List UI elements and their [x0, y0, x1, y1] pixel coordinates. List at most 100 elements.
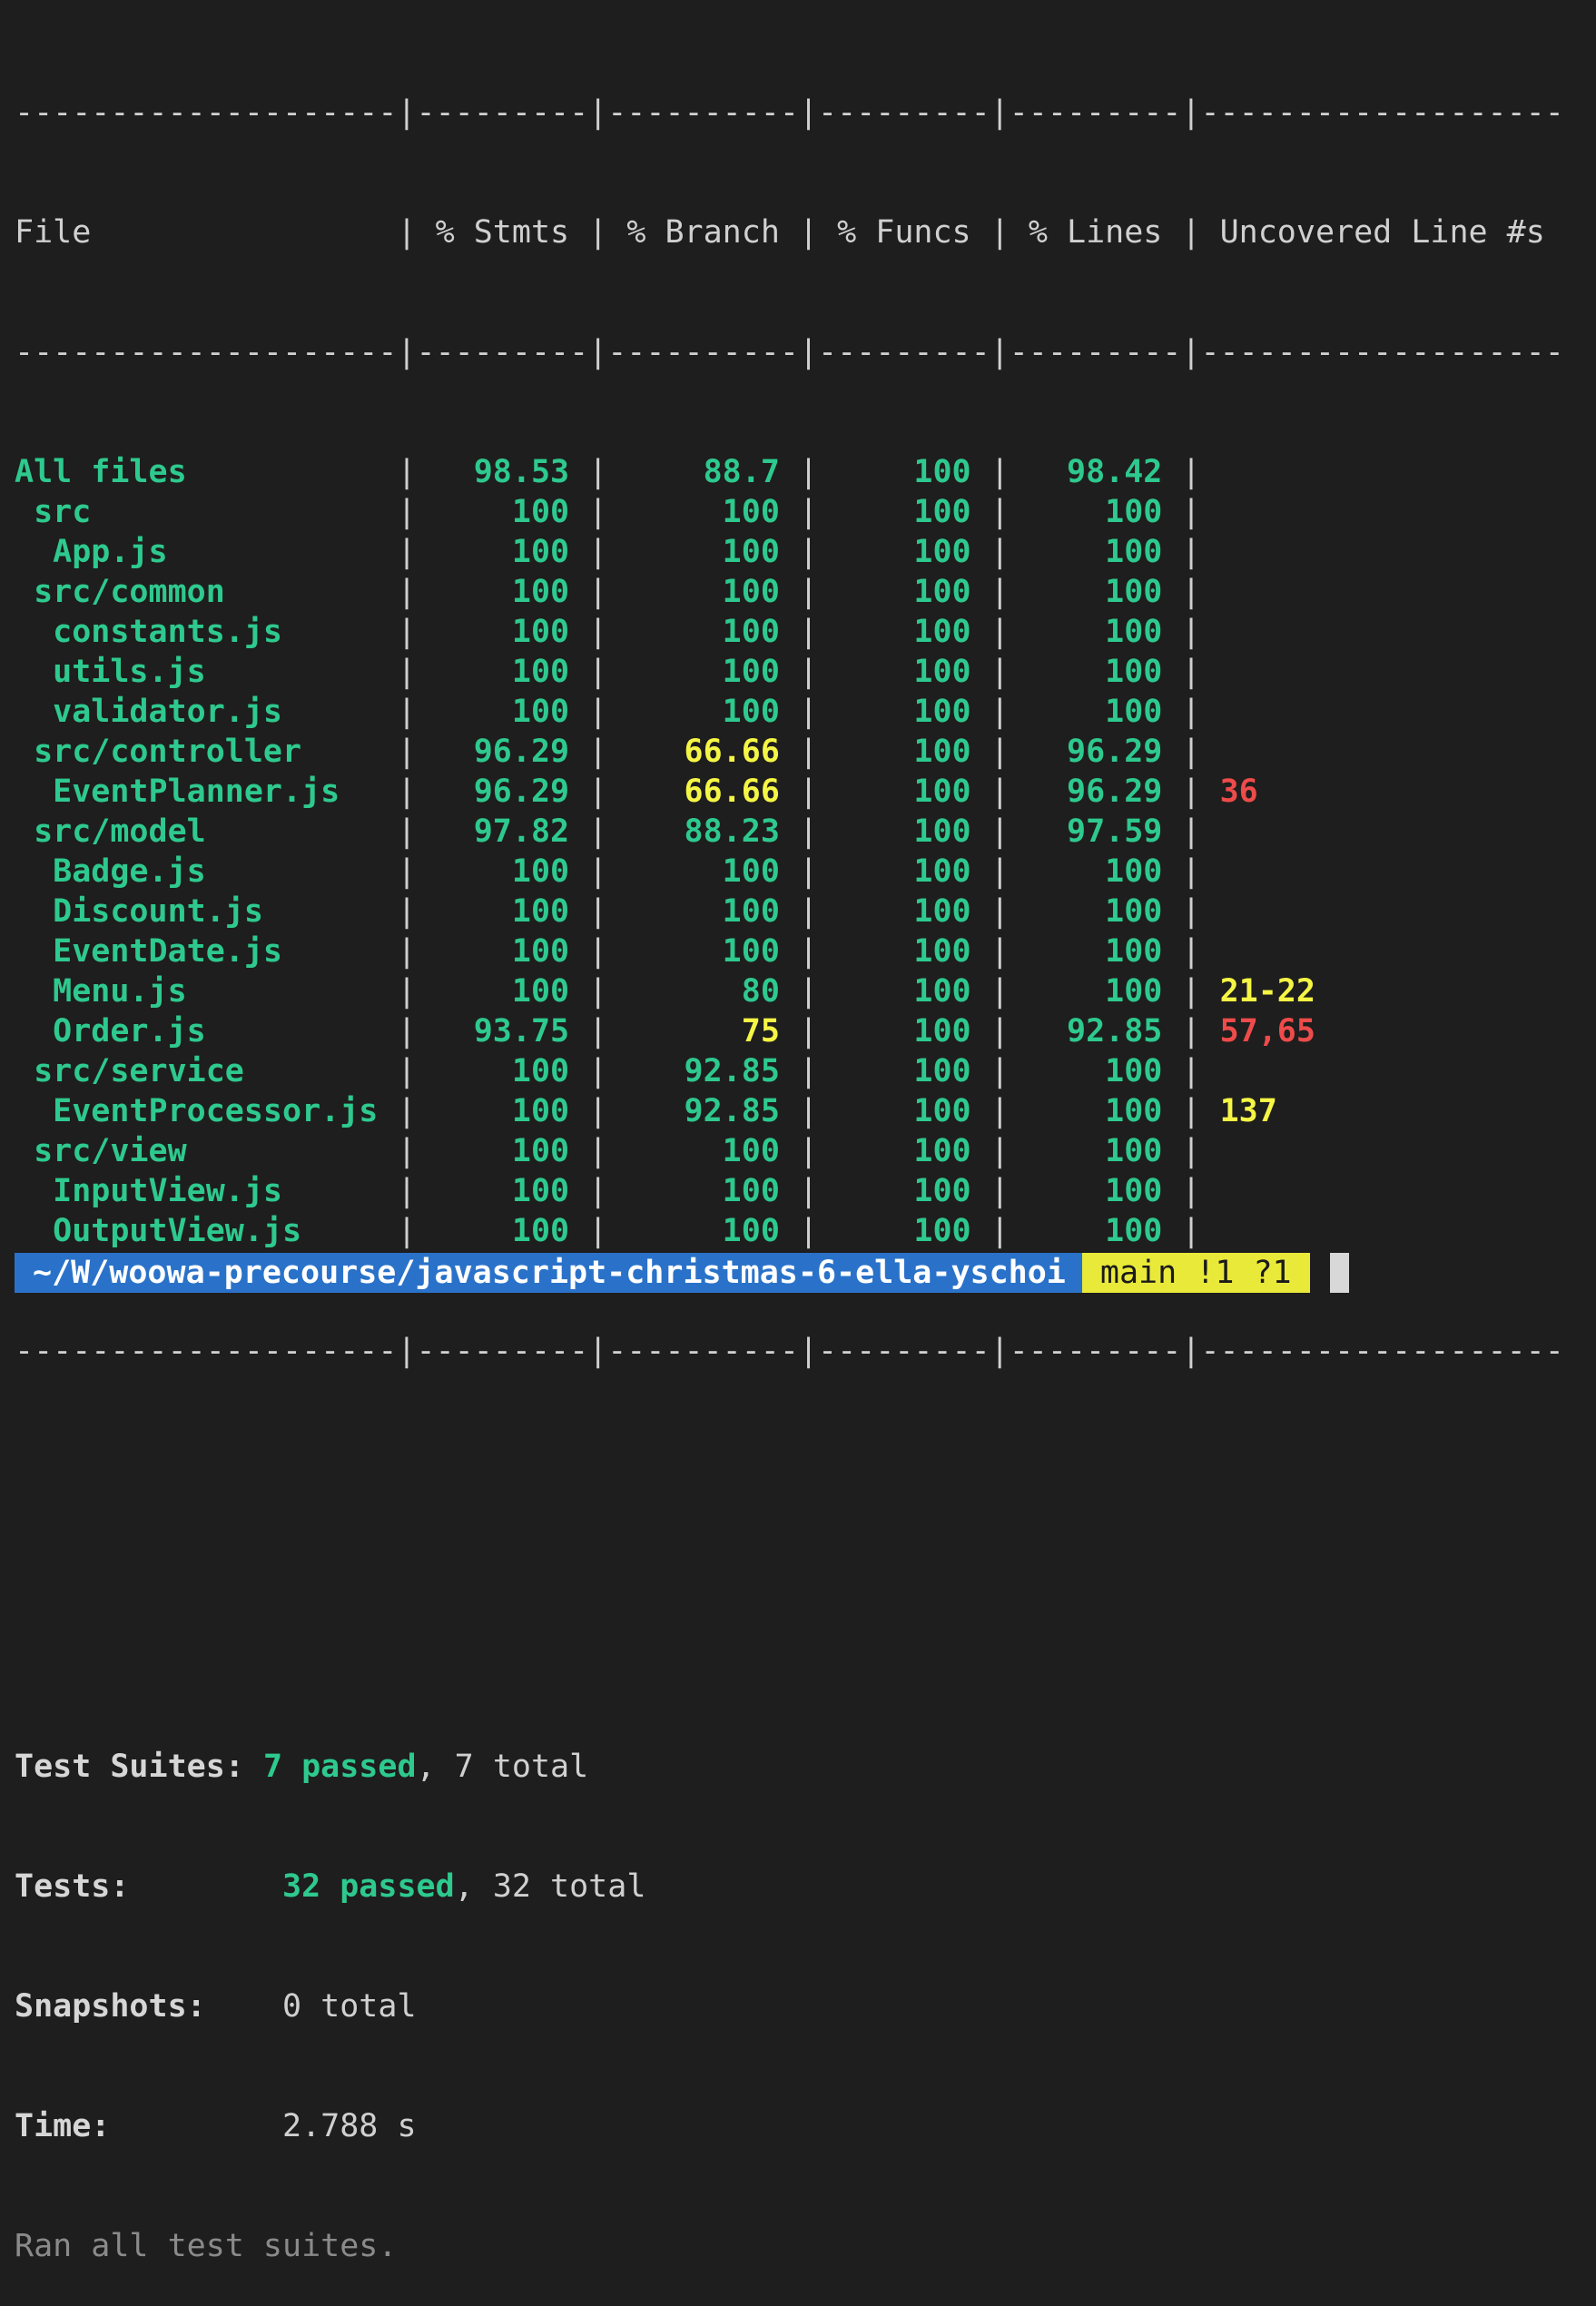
- column-divider: |: [990, 774, 1010, 810]
- column-divider: |: [397, 774, 417, 810]
- cell-lines: 100: [1009, 1173, 1182, 1209]
- column-divider: |: [798, 1213, 819, 1249]
- table-row: Badge.js | 100 | 100 | 100 | 100 |: [15, 852, 1564, 892]
- cell-uncovered: [1201, 893, 1220, 930]
- column-divider: |: [1181, 654, 1201, 690]
- cell-lines: 100: [1009, 614, 1182, 650]
- cell-branch: 100: [607, 534, 799, 570]
- column-divider: |: [990, 893, 1010, 930]
- text-cursor[interactable]: [1329, 1253, 1349, 1293]
- cell-stmts: 100: [416, 1133, 589, 1169]
- cell-uncovered: [1201, 614, 1220, 650]
- column-divider: |: [397, 853, 417, 890]
- summary-test-suites: Test Suites: 7 passed, 7 total: [15, 1747, 1564, 1787]
- table-header-row: File | % Stmts | % Branch | % Funcs | % …: [15, 212, 1564, 252]
- cell-uncovered: [1201, 534, 1220, 570]
- terminal-output: --------------------|---------|---------…: [15, 13, 1564, 2306]
- summary-label: Test Suites:: [15, 1749, 244, 1785]
- cell-funcs: 100: [818, 1093, 990, 1129]
- column-divider: |: [588, 454, 608, 490]
- cell-lines: 100: [1009, 973, 1182, 1010]
- column-divider: |: [990, 1093, 1010, 1129]
- column-divider: |: [990, 734, 1010, 770]
- cell-lines: 96.29: [1009, 774, 1182, 810]
- column-divider: |: [1181, 1173, 1201, 1209]
- tests-total: , 32 total: [454, 1868, 646, 1905]
- column-divider: |: [990, 1053, 1010, 1089]
- header-lines: % Lines: [1009, 214, 1182, 251]
- column-divider: |: [1181, 893, 1201, 930]
- cell-funcs: 100: [818, 774, 990, 810]
- cell-branch: 100: [607, 893, 799, 930]
- column-divider: |: [990, 813, 1010, 850]
- column-divider: |: [1181, 933, 1201, 970]
- table-separator-mid: --------------------|---------|---------…: [15, 334, 1564, 370]
- header-uncovered: Uncovered Line #s: [1200, 214, 1545, 251]
- header-file: File: [15, 214, 398, 251]
- cell-branch: 88.7: [607, 454, 799, 490]
- cell-uncovered: [1201, 1173, 1220, 1209]
- cell-lines: 100: [1009, 1093, 1182, 1129]
- cell-branch: 100: [607, 694, 799, 730]
- cell-stmts: 100: [416, 494, 589, 530]
- column-divider: |: [588, 614, 608, 650]
- shell-prompt[interactable]: ~/W/woowa-precourse/javascript-christmas…: [15, 1253, 1349, 1293]
- column-divider: |: [588, 694, 608, 730]
- column-divider: |: [798, 813, 819, 850]
- cell-branch: 66.66: [607, 774, 799, 810]
- table-row: App.js | 100 | 100 | 100 | 100 |: [15, 532, 1564, 572]
- cell-branch: 100: [607, 1173, 799, 1209]
- table-row: OutputView.js | 100 | 100 | 100 | 100 |: [15, 1211, 1564, 1251]
- cell-branch: 100: [607, 1133, 799, 1169]
- table-row: src | 100 | 100 | 100 | 100 |: [15, 492, 1564, 532]
- column-divider: |: [990, 694, 1010, 730]
- column-divider: |: [1181, 494, 1201, 530]
- column-divider: |: [1181, 1013, 1201, 1050]
- column-divider: |: [798, 734, 819, 770]
- cell-uncovered: [1201, 654, 1220, 690]
- cell-lines: 92.85: [1009, 1013, 1182, 1050]
- column-divider: |: [1181, 774, 1201, 810]
- column-divider: |: [990, 574, 1010, 610]
- cell-file: Order.js: [15, 1013, 398, 1050]
- column-divider: |: [798, 774, 819, 810]
- summary-tests: Tests: 32 passed, 32 total: [15, 1867, 1564, 1907]
- cell-lines: 100: [1009, 574, 1182, 610]
- table-row: Order.js | 93.75 | 75 | 100 | 92.85 | 57…: [15, 1011, 1564, 1051]
- cell-branch: 100: [607, 933, 799, 970]
- cell-lines: 100: [1009, 853, 1182, 890]
- column-divider: |: [397, 1213, 417, 1249]
- cell-funcs: 100: [818, 1173, 990, 1209]
- cell-funcs: 100: [818, 574, 990, 610]
- column-divider: |: [588, 813, 608, 850]
- cell-branch: 100: [607, 614, 799, 650]
- cell-uncovered: 21-22: [1200, 973, 1315, 1010]
- suites-total: , 7 total: [416, 1749, 589, 1785]
- cell-funcs: 100: [818, 534, 990, 570]
- column-divider: |: [798, 614, 819, 650]
- column-divider: |: [798, 1093, 819, 1129]
- cell-file: src/controller: [15, 734, 398, 770]
- column-divider: |: [798, 654, 819, 690]
- column-divider: |: [798, 534, 819, 570]
- cell-lines: 100: [1009, 694, 1182, 730]
- column-divider: |: [1181, 1213, 1201, 1249]
- cell-stmts: 100: [416, 1053, 589, 1089]
- table-row: utils.js | 100 | 100 | 100 | 100 |: [15, 652, 1564, 692]
- column-divider: |: [798, 454, 819, 490]
- column-divider: |: [588, 1213, 608, 1249]
- column-divider: |: [588, 534, 608, 570]
- column-divider: |: [1181, 1053, 1201, 1089]
- cell-funcs: 100: [818, 1053, 990, 1089]
- cell-uncovered: [1201, 494, 1220, 530]
- cell-funcs: 100: [818, 494, 990, 530]
- cell-lines: 98.42: [1009, 454, 1182, 490]
- cell-stmts: 100: [416, 1213, 589, 1249]
- summary-time: Time: 2.788 s: [15, 2106, 1564, 2146]
- tests-passed: 32 passed: [282, 1868, 455, 1905]
- column-divider: |: [1181, 1133, 1201, 1169]
- column-divider: |: [588, 654, 608, 690]
- column-divider: |: [588, 973, 608, 1010]
